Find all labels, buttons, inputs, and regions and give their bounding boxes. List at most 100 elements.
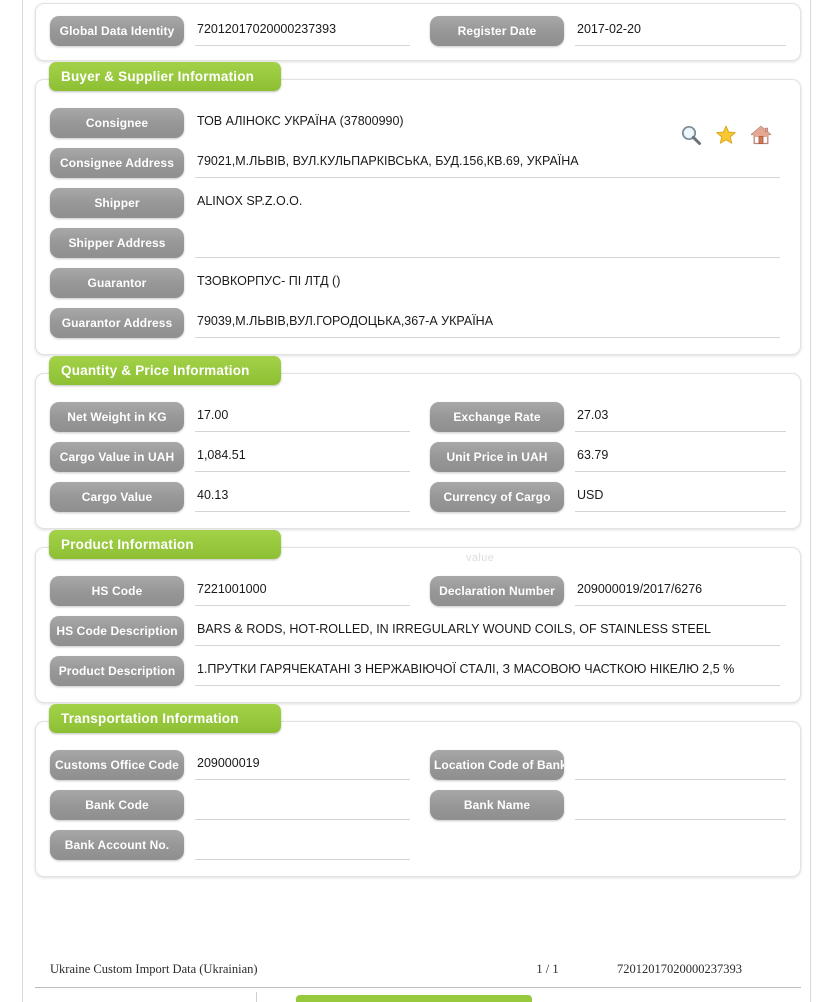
favorite-star-icon[interactable] — [715, 124, 737, 146]
global-data-identity-field: Global Data Identity 7201201702000023739… — [50, 16, 418, 46]
field-row-consignee-address: Consignee Address 79021,М.ЛЬВІВ, ВУЛ.КУЛ… — [50, 148, 786, 178]
bank-code-value[interactable] — [195, 790, 410, 820]
footer-source: Ukraine Custom Import Data (Ukrainian) — [50, 962, 258, 976]
hs-code-field: HS Code 7221001000 — [50, 576, 418, 606]
search-icon[interactable] — [680, 124, 702, 146]
field-row-cargo-value-uah: Cargo Value in UAH 1,084.51 Unit Price i… — [50, 442, 786, 472]
exchange-rate-field: Exchange Rate 27.03 — [418, 402, 786, 432]
customs-office-code-label: Customs Office Code — [50, 750, 184, 780]
hs-code-value[interactable]: 7221001000 — [195, 576, 410, 606]
global-data-identity-value[interactable]: 72012017020000237393 — [195, 16, 410, 46]
record-action-icons — [680, 124, 772, 146]
field-row-guarantor-address: Guarantor Address 79039,М.ЛЬВІВ,ВУЛ.ГОРО… — [50, 308, 786, 338]
field-row-hs-code-description: HS Code Description BARS & RODS, HOT-ROL… — [50, 616, 786, 646]
register-date-field: Register Date 2017-02-20 — [418, 16, 786, 46]
currency-of-cargo-value[interactable]: USD — [575, 482, 786, 512]
consignee-address-value[interactable]: 79021,М.ЛЬВІВ, ВУЛ.КУЛЬПАРКІВСЬКА, БУД.1… — [195, 148, 780, 178]
shipper-value[interactable]: ALINOX SP.Z.O.O. — [195, 188, 780, 218]
location-code-of-bank-label: Location Code of Bank — [430, 750, 564, 780]
currency-of-cargo-label: Currency of Cargo — [430, 482, 564, 512]
transportation-spacer — [418, 830, 786, 860]
clipped-value-artifact: value — [466, 552, 495, 564]
cargo-value-uah-value[interactable]: 1,084.51 — [195, 442, 410, 472]
unit-price-uah-label: Unit Price in UAH — [430, 442, 564, 472]
location-code-of-bank-field: Location Code of Bank — [418, 750, 786, 780]
quantity-price-title: Quantity & Price Information — [49, 356, 281, 385]
cargo-value-label: Cargo Value — [50, 482, 184, 512]
record-content: Global Data Identity 7201201702000023739… — [35, 0, 801, 894]
unit-price-uah-field: Unit Price in UAH 63.79 — [418, 442, 786, 472]
buyer-supplier-card: Buyer & Supplier Information Consignee Т… — [35, 62, 801, 355]
bank-account-no-field: Bank Account No. — [50, 830, 418, 860]
field-row-product-description: Product Description 1.ПРУТКИ ГАРЯЧЕКАТАН… — [50, 656, 786, 686]
bank-name-value[interactable] — [575, 790, 786, 820]
bank-account-no-value[interactable] — [195, 830, 410, 860]
field-row-shipper: Shipper ALINOX SP.Z.O.O. — [50, 188, 786, 218]
cargo-value-value[interactable]: 40.13 — [195, 482, 410, 512]
currency-of-cargo-field: Currency of Cargo USD — [418, 482, 786, 512]
quantity-price-card: Quantity & Price Information Net Weight … — [35, 356, 801, 529]
declaration-number-field: Declaration Number 209000019/2017/6276 — [418, 576, 786, 606]
bank-name-field: Bank Name — [418, 790, 786, 820]
bottom-divider-tick — [256, 992, 257, 1002]
cargo-value-uah-field: Cargo Value in UAH 1,084.51 — [50, 442, 418, 472]
location-code-of-bank-value[interactable] — [575, 750, 786, 780]
bank-code-label: Bank Code — [50, 790, 184, 820]
footer-identity: 72012017020000237393 — [617, 962, 742, 976]
product-information-title: Product Information — [49, 530, 281, 559]
guarantor-address-label: Guarantor Address — [50, 308, 184, 338]
page-frame-rule-left — [22, 0, 23, 1002]
guarantor-label: Guarantor — [50, 268, 184, 298]
identity-row: Global Data Identity 7201201702000023739… — [50, 16, 786, 46]
field-row-bank-account-no: Bank Account No. — [50, 830, 786, 860]
guarantor-value[interactable]: ТЗОВКОРПУС- ПІ ЛТД () — [195, 268, 780, 298]
customs-office-code-value[interactable]: 209000019 — [195, 750, 410, 780]
consignee-address-label: Consignee Address — [50, 148, 184, 178]
page-footer: Ukraine Custom Import Data (Ukrainian) 1… — [35, 962, 801, 988]
footer-page-number: 1 / 1 — [536, 962, 559, 976]
hs-code-description-label: HS Code Description — [50, 616, 184, 646]
consignee-value[interactable]: ТОВ АЛІНОКС УКРАЇНА (37800990) — [195, 108, 675, 138]
net-weight-value[interactable]: 17.00 — [195, 402, 410, 432]
global-data-identity-label: Global Data Identity — [50, 16, 184, 46]
declaration-number-value[interactable]: 209000019/2017/6276 — [575, 576, 786, 606]
net-weight-label: Net Weight in KG — [50, 402, 184, 432]
product-information-card: Product Information HS Code 7221001000 D… — [35, 530, 801, 703]
exchange-rate-value[interactable]: 27.03 — [575, 402, 786, 432]
field-row-bank-code: Bank Code Bank Name — [50, 790, 786, 820]
field-row-hs-code: HS Code 7221001000 Declaration Number 20… — [50, 576, 786, 606]
bank-name-label: Bank Name — [430, 790, 564, 820]
field-row-customs-office-code: Customs Office Code 209000019 Location C… — [50, 750, 786, 780]
register-date-value[interactable]: 2017-02-20 — [575, 16, 786, 46]
home-icon[interactable] — [750, 124, 772, 146]
buyer-supplier-title: Buyer & Supplier Information — [49, 62, 281, 91]
shipper-label: Shipper — [50, 188, 184, 218]
field-row-net-weight: Net Weight in KG 17.00 Exchange Rate 27.… — [50, 402, 786, 432]
bottom-green-button-edge[interactable] — [296, 995, 532, 1002]
consignee-label: Consignee — [50, 108, 184, 138]
customs-record-page: Global Data Identity 7201201702000023739… — [0, 0, 828, 1002]
field-row-guarantor: Guarantor ТЗОВКОРПУС- ПІ ЛТД () — [50, 268, 786, 298]
bank-account-no-label: Bank Account No. — [50, 830, 184, 860]
unit-price-uah-value[interactable]: 63.79 — [575, 442, 786, 472]
exchange-rate-label: Exchange Rate — [430, 402, 564, 432]
shipper-address-value[interactable] — [195, 228, 780, 258]
shipper-address-label: Shipper Address — [50, 228, 184, 258]
guarantor-address-value[interactable]: 79039,М.ЛЬВІВ,ВУЛ.ГОРОДОЦЬКА,367-А УКРАЇ… — [195, 308, 780, 338]
cargo-value-field: Cargo Value 40.13 — [50, 482, 418, 512]
register-date-label: Register Date — [430, 16, 564, 46]
page-frame-rule-right — [810, 0, 811, 1002]
cargo-value-uah-label: Cargo Value in UAH — [50, 442, 184, 472]
transportation-information-title: Transportation Information — [49, 704, 281, 733]
field-row-shipper-address: Shipper Address — [50, 228, 786, 258]
field-row-cargo-value: Cargo Value 40.13 Currency of Cargo USD — [50, 482, 786, 512]
hs-code-description-value[interactable]: BARS & RODS, HOT-ROLLED, IN IRREGULARLY … — [195, 616, 780, 646]
bank-code-field: Bank Code — [50, 790, 418, 820]
declaration-number-label: Declaration Number — [430, 576, 564, 606]
identity-card: Global Data Identity 7201201702000023739… — [35, 3, 801, 61]
product-description-value[interactable]: 1.ПРУТКИ ГАРЯЧЕКАТАНІ З НЕРЖАВІЮЧОЇ СТАЛ… — [195, 656, 780, 686]
net-weight-field: Net Weight in KG 17.00 — [50, 402, 418, 432]
customs-office-code-field: Customs Office Code 209000019 — [50, 750, 418, 780]
product-description-label: Product Description — [50, 656, 184, 686]
hs-code-label: HS Code — [50, 576, 184, 606]
